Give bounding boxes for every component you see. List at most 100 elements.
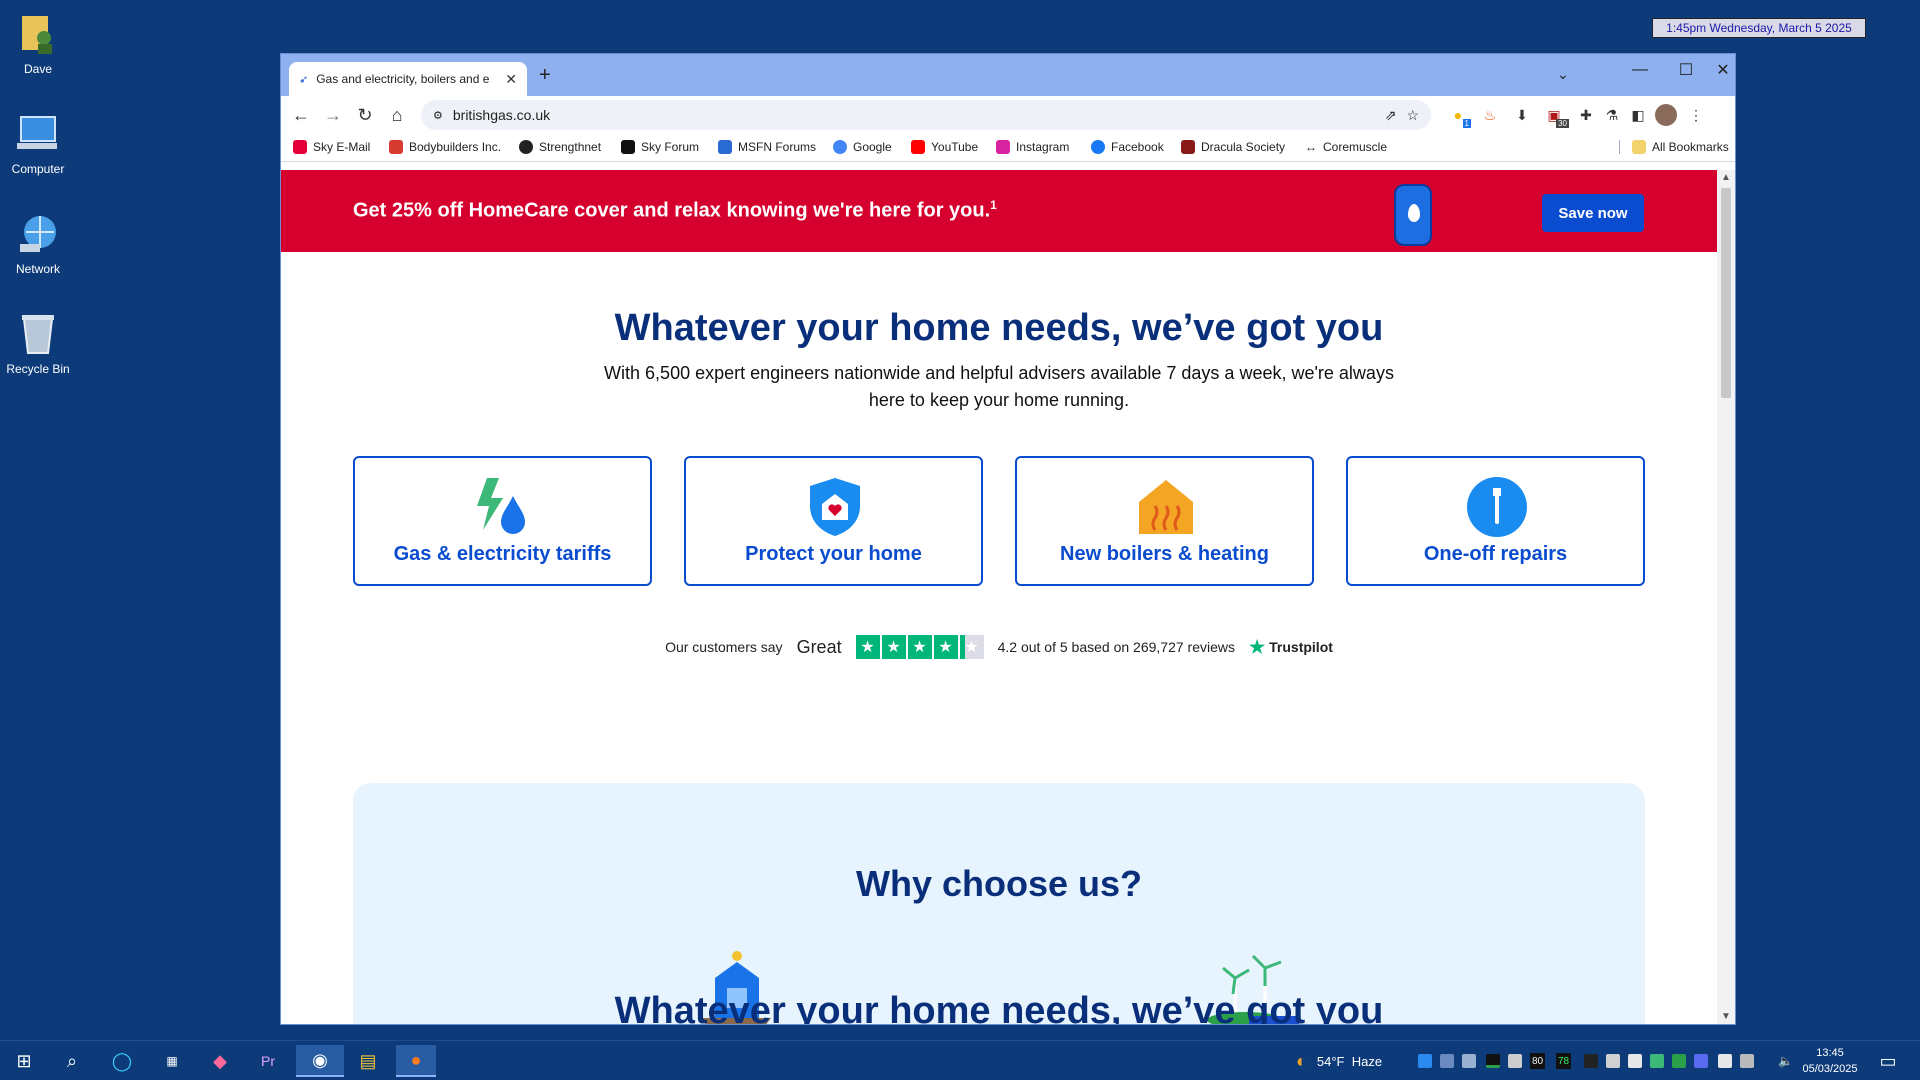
premiere-pro-icon[interactable]: Pr	[248, 1045, 288, 1077]
bookmark-star-icon[interactable]: ☆	[1406, 107, 1419, 124]
bookmark-msfn-forums[interactable]: MSFN Forums	[718, 140, 816, 154]
trustpilot-star-icon: ★	[1249, 636, 1266, 657]
bookmark-youtube[interactable]: YouTube	[911, 140, 978, 154]
close-tab-icon[interactable]: ✕	[505, 71, 517, 88]
page-scrollbar[interactable]: ▲ ▼	[1717, 170, 1735, 1024]
chrome-taskbar-icon[interactable]: ◉	[296, 1045, 344, 1077]
desktop-icon-label: Network	[15, 262, 60, 276]
bookmark-coremuscle[interactable]: ↔ Coremuscle	[1305, 140, 1387, 154]
address-bar[interactable]: ⚙ britishgas.co.uk ⇗ ☆	[421, 100, 1431, 130]
tray-network-icon[interactable]	[1740, 1054, 1754, 1068]
site-info-icon[interactable]: ⚙	[433, 109, 443, 122]
trustpilot-summary: 4.2 out of 5 based on 269,727 reviews	[997, 639, 1235, 655]
tray-app-icon[interactable]	[1694, 1054, 1708, 1068]
promo-text: Get 25% off HomeCare cover and relax kno…	[353, 198, 997, 222]
extension-download-icon[interactable]: ⬇	[1511, 104, 1533, 126]
back-icon[interactable]: ←	[285, 99, 317, 131]
notification-center-icon[interactable]: ▭	[1868, 1045, 1908, 1077]
all-bookmarks[interactable]: All Bookmarks	[1619, 140, 1729, 154]
tray-number-b[interactable]: 78	[1556, 1053, 1572, 1069]
desktop-icon-label: Computer	[11, 162, 65, 176]
search-icon[interactable]: ⌕	[52, 1045, 92, 1077]
bookmark-instagram[interactable]: Instagram	[996, 140, 1069, 154]
cortana-icon[interactable]: ◯	[102, 1045, 142, 1077]
extension-flask-icon[interactable]: ⚗	[1601, 104, 1623, 126]
extension-fire-icon[interactable]: ♨	[1479, 104, 1501, 126]
tray-terminal-icon[interactable]	[1584, 1054, 1598, 1068]
url-text: britishgas.co.uk	[452, 107, 551, 123]
tray-app-icon[interactable]	[1418, 1054, 1432, 1068]
bookmark-sky-forum[interactable]: Sky Forum	[621, 140, 699, 154]
desktop-icon-network[interactable]: Network	[0, 210, 76, 276]
recycle-bin-icon	[14, 310, 62, 358]
bookmark-sky-email[interactable]: Sky E-Mail	[293, 140, 370, 154]
card-boilers-heating[interactable]: New boilers & heating	[1015, 456, 1314, 586]
new-tab-icon[interactable]: +	[539, 64, 551, 87]
profile-avatar[interactable]	[1655, 104, 1677, 126]
overlapping-heading-ghost: Whatever your home needs, we’ve got you	[614, 990, 1384, 1024]
extension-counter-icon[interactable]: ▣ 30	[1543, 104, 1569, 128]
scroll-down-icon[interactable]: ▼	[1721, 1011, 1731, 1022]
share-icon[interactable]: ⇗	[1385, 107, 1397, 124]
desktop-icon-recycle-bin[interactable]: Recycle Bin	[0, 310, 76, 376]
weather-widget[interactable]: ◐ 54°F Haze	[1296, 1041, 1382, 1080]
desktop-icon-label: Dave	[23, 62, 52, 76]
card-one-off-repairs[interactable]: One-off repairs	[1346, 456, 1645, 586]
bookmark-favicon-icon	[1181, 140, 1195, 154]
clock-date: 05/03/2025	[1802, 1063, 1858, 1075]
tray-monitor-icon[interactable]	[1486, 1054, 1500, 1068]
tray-number-a[interactable]: 80	[1530, 1053, 1546, 1069]
tray-keyboard-icon[interactable]	[1718, 1054, 1732, 1068]
tab-search-chevron-icon[interactable]: ⌄	[1557, 66, 1569, 83]
close-window-icon[interactable]: ✕	[1709, 54, 1737, 86]
promo-banner: Get 25% off HomeCare cover and relax kno…	[281, 170, 1717, 252]
scrollbar-thumb[interactable]	[1721, 188, 1731, 398]
extensions-puzzle-icon[interactable]: ✚	[1575, 104, 1597, 126]
bookmark-dracula-society[interactable]: Dracula Society	[1181, 140, 1285, 154]
minimize-icon[interactable]: —	[1617, 54, 1663, 86]
tray-app-icon[interactable]	[1440, 1054, 1454, 1068]
taskbar: ⊞ ⌕ ◯ ▦ ◆ Pr ◉ ▤ ● ◐ 54°F Haze 80 78 🔈 1…	[0, 1040, 1920, 1080]
extension-badge: 1	[1462, 119, 1471, 128]
tray-app-icon[interactable]	[1650, 1054, 1664, 1068]
house-heating-icon	[1135, 476, 1197, 538]
bookmark-facebook[interactable]: Facebook	[1091, 140, 1164, 154]
home-icon[interactable]: ⌂	[381, 99, 413, 131]
forward-icon[interactable]: →	[317, 99, 349, 131]
tray-app-icon[interactable]	[1606, 1054, 1620, 1068]
reload-icon[interactable]: ↻	[349, 99, 381, 131]
start-windows-icon[interactable]: ⊞	[4, 1045, 44, 1077]
tray-app-icon[interactable]	[1462, 1054, 1476, 1068]
firefox-taskbar-icon[interactable]: ●	[396, 1045, 436, 1077]
desktop-icon-computer[interactable]: Computer	[0, 110, 76, 176]
hero-subtitle: With 6,500 expert engineers nationwide a…	[604, 363, 1394, 410]
tray-shield-icon[interactable]	[1672, 1054, 1686, 1068]
desktop-icon-dave[interactable]: Dave	[0, 10, 76, 76]
extension-weather-icon[interactable]: ● 1	[1447, 104, 1471, 128]
menu-dots-icon[interactable]: ⋮	[1685, 104, 1707, 126]
card-label: Protect your home	[745, 543, 922, 565]
scroll-up-icon[interactable]: ▲	[1721, 172, 1731, 183]
taskbar-clock[interactable]: 13:45 05/03/2025	[1790, 1045, 1870, 1077]
trustpilot-widget[interactable]: Our customers say Great ★ ★ ★ ★ ★ 4.2 ou…	[281, 635, 1717, 659]
card-gas-electricity[interactable]: Gas & electricity tariffs	[353, 456, 652, 586]
user-folder-icon	[14, 10, 62, 58]
start-app-icon[interactable]: ▦	[152, 1045, 192, 1077]
side-panel-icon[interactable]: ◧	[1627, 104, 1649, 126]
star-icon: ★	[881, 635, 906, 659]
file-explorer-icon[interactable]: ▤	[348, 1045, 388, 1077]
bookmark-favicon-icon: ↔	[1305, 140, 1317, 154]
bookmark-bodybuilders[interactable]: Bodybuilders Inc.	[389, 140, 501, 154]
card-protect-home[interactable]: Protect your home	[684, 456, 983, 586]
tray-app-icon[interactable]	[1628, 1054, 1642, 1068]
maximize-icon[interactable]: ☐	[1663, 54, 1709, 86]
bookmark-google[interactable]: Google	[833, 140, 892, 154]
shield-heart-icon	[804, 476, 866, 538]
clock-time: 13:45	[1816, 1047, 1844, 1059]
save-now-button[interactable]: Save now	[1542, 194, 1644, 232]
browser-tab[interactable]: ➶ Gas and electricity, boilers and e ✕	[289, 62, 527, 96]
bookmark-strengthnet[interactable]: Strengthnet	[519, 140, 601, 154]
bookmark-favicon-icon	[519, 140, 533, 154]
tray-app-icon[interactable]	[1508, 1054, 1522, 1068]
photo-app-icon[interactable]: ◆	[200, 1045, 240, 1077]
